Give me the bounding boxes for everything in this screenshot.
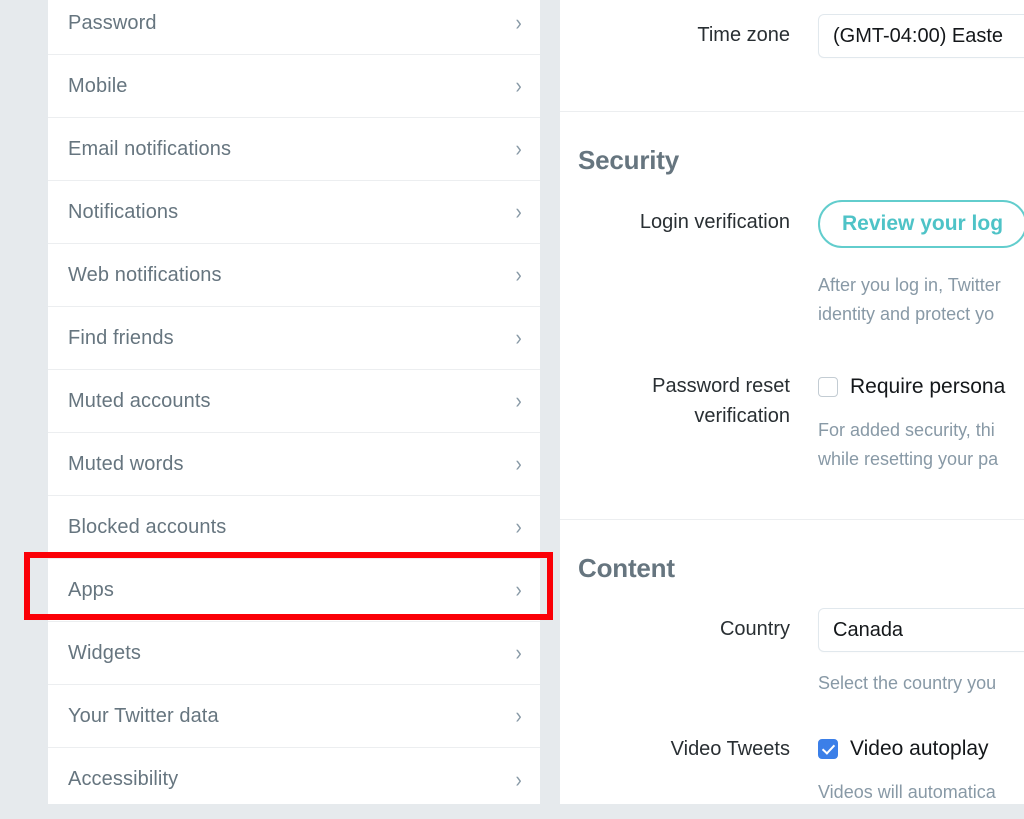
password-reset-label-line-2: verification bbox=[694, 405, 790, 427]
chevron-right-icon: › bbox=[515, 199, 522, 224]
sidebar-item-muted-words[interactable]: Muted words › bbox=[48, 433, 540, 496]
chevron-right-icon: › bbox=[515, 640, 522, 665]
sidebar-item-find-friends[interactable]: Find friends › bbox=[48, 307, 540, 370]
sidebar-item-label: Widgets bbox=[68, 641, 141, 664]
chevron-right-icon: › bbox=[515, 262, 522, 287]
video-autoplay-checkbox-row[interactable]: Video autoplay bbox=[818, 737, 989, 761]
sidebar-item-label: Password bbox=[68, 11, 157, 34]
settings-content: Time zone (GMT-04:00) Easte Security Log… bbox=[560, 0, 1024, 804]
require-personal-info-checkbox[interactable] bbox=[818, 377, 838, 397]
sidebar-item-accessibility[interactable]: Accessibility › bbox=[48, 748, 540, 804]
login-verification-label: Login verification bbox=[639, 211, 790, 233]
video-autoplay-help-text: Videos will automatica bbox=[818, 782, 996, 802]
review-login-button[interactable]: Review your log bbox=[818, 200, 1024, 248]
divider-content bbox=[560, 519, 1024, 520]
sidebar-item-muted-accounts[interactable]: Muted accounts › bbox=[48, 370, 540, 433]
timezone-label: Time zone bbox=[697, 24, 790, 46]
chevron-right-icon: › bbox=[515, 73, 522, 98]
sidebar-item-label: Accessibility bbox=[68, 768, 179, 790]
sidebar-item-your-twitter-data[interactable]: Your Twitter data › bbox=[48, 685, 540, 748]
video-autoplay-label: Video autoplay bbox=[850, 737, 989, 760]
sidebar-item-label: Blocked accounts bbox=[68, 515, 227, 538]
require-personal-info-label: Require persona bbox=[850, 375, 1006, 398]
sidebar-item-notifications[interactable]: Notifications › bbox=[48, 181, 540, 244]
chevron-right-icon: › bbox=[515, 514, 522, 539]
chevron-right-icon: › bbox=[515, 766, 522, 792]
sidebar-item-label: Notifications bbox=[68, 200, 179, 223]
sidebar-item-password[interactable]: Password › bbox=[48, 0, 540, 55]
security-section-title: Security bbox=[578, 145, 680, 175]
chevron-right-icon: › bbox=[515, 136, 522, 161]
sidebar-item-label: Email notifications bbox=[68, 137, 232, 160]
video-tweets-label: Video Tweets bbox=[670, 738, 790, 760]
password-reset-help-line-1: For added security, thi bbox=[818, 420, 995, 440]
sidebar-item-blocked-accounts[interactable]: Blocked accounts › bbox=[48, 496, 540, 559]
country-select-value: Canada bbox=[818, 608, 1024, 652]
password-reset-help-line-2: while resetting your pa bbox=[818, 449, 999, 469]
timezone-select-value: (GMT-04:00) Easte bbox=[818, 14, 1024, 58]
sidebar-item-widgets[interactable]: Widgets › bbox=[48, 622, 540, 685]
chevron-right-icon: › bbox=[515, 577, 522, 602]
settings-page: Password › Mobile › Email notifications … bbox=[0, 0, 1024, 819]
timezone-select[interactable]: (GMT-04:00) Easte bbox=[818, 14, 1024, 58]
country-help-text: Select the country you bbox=[818, 673, 997, 693]
sidebar-item-apps[interactable]: Apps › bbox=[48, 559, 540, 622]
settings-sidebar: Password › Mobile › Email notifications … bbox=[48, 0, 540, 804]
country-select[interactable]: Canada bbox=[818, 608, 1024, 652]
sidebar-item-label: Muted accounts bbox=[68, 389, 211, 412]
sidebar-item-label: Web notifications bbox=[68, 263, 222, 286]
sidebar-item-label: Mobile bbox=[68, 74, 128, 97]
login-verification-help-line-2: identity and protect yo bbox=[818, 304, 995, 324]
sidebar-item-email-notifications[interactable]: Email notifications › bbox=[48, 118, 540, 181]
country-label: Country bbox=[719, 618, 790, 640]
video-autoplay-checkbox[interactable] bbox=[818, 739, 838, 759]
sidebar-item-web-notifications[interactable]: Web notifications › bbox=[48, 244, 540, 307]
sidebar-item-label: Apps bbox=[68, 578, 114, 601]
sidebar-item-label: Muted words bbox=[68, 452, 184, 475]
content-section-title: Content bbox=[578, 553, 675, 583]
chevron-right-icon: › bbox=[515, 10, 522, 35]
chevron-right-icon: › bbox=[515, 325, 522, 350]
login-verification-help-line-1: After you log in, Twitter bbox=[818, 275, 1001, 295]
chevron-right-icon: › bbox=[515, 451, 522, 476]
chevron-right-icon: › bbox=[515, 703, 522, 728]
sidebar-item-label: Your Twitter data bbox=[68, 704, 219, 727]
sidebar-item-mobile[interactable]: Mobile › bbox=[48, 55, 540, 118]
password-reset-label-line-1: Password reset bbox=[652, 375, 790, 397]
sidebar-item-label: Find friends bbox=[68, 326, 174, 349]
require-personal-info-checkbox-row[interactable]: Require persona bbox=[818, 375, 1005, 399]
divider-security bbox=[560, 111, 1024, 112]
chevron-right-icon: › bbox=[515, 388, 522, 413]
